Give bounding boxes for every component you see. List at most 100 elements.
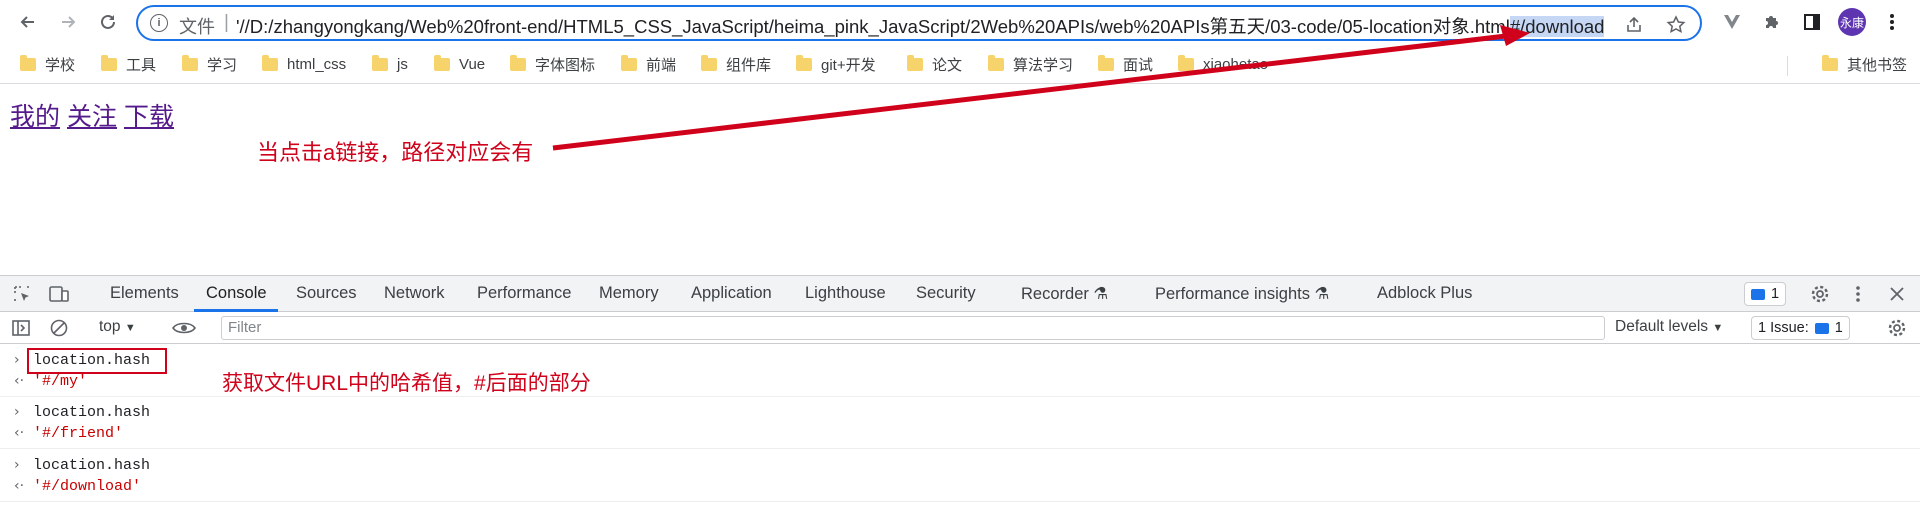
flask-icon: ⚗ (1314, 285, 1330, 303)
bookmark-label: git+开发 (821, 56, 876, 74)
console-command: location.hash (33, 457, 151, 474)
bookmark-folder[interactable]: 字体图标 (510, 54, 595, 74)
inspect-element-icon[interactable] (10, 282, 34, 306)
tab-memory[interactable]: Memory (599, 284, 659, 303)
bookmark-label: Vue (459, 55, 486, 73)
result-arrow-icon: ‹· (14, 425, 25, 441)
bookmark-folder[interactable]: 前端 (621, 54, 676, 74)
issue-message-icon (1814, 322, 1829, 334)
log-levels-dropdown[interactable]: Default levels ▼ (1615, 318, 1723, 336)
link-friend[interactable]: 关注 (67, 97, 117, 133)
site-info-icon[interactable]: i (150, 14, 168, 32)
folder-icon (372, 54, 388, 71)
folder-icon (182, 54, 198, 71)
tab-adblock-plus[interactable]: Adblock Plus (1377, 284, 1472, 303)
bookmark-folder[interactable]: 算法学习 (988, 54, 1073, 74)
messages-badge[interactable]: 1 (1744, 282, 1787, 306)
log-levels-label: Default levels (1615, 318, 1709, 335)
tab-application[interactable]: Application (691, 284, 772, 303)
reload-button[interactable] (94, 8, 122, 36)
bookmark-folder[interactable]: js (372, 54, 408, 74)
bookmarks-bar: 学校 工具 学习 html_css js Vue 字体图标 前端 组件库 git… (0, 44, 1920, 84)
bookmark-folder[interactable]: 学校 (20, 54, 75, 74)
bookmark-folder[interactable]: 工具 (101, 54, 156, 74)
result-arrow-icon: ‹· (14, 478, 25, 494)
devtools-close-icon[interactable] (1885, 282, 1909, 306)
bookmark-folder[interactable]: html_css (262, 54, 346, 74)
bookmark-folder[interactable]: git+开发 (796, 54, 876, 74)
tab-performance-insights[interactable]: Performance insights ⚗ (1155, 284, 1329, 304)
bookmark-folder[interactable]: 面试 (1098, 54, 1153, 74)
folder-icon (907, 54, 923, 71)
share-icon[interactable] (1622, 13, 1646, 37)
folder-icon (988, 54, 1004, 71)
extension-v-icon[interactable] (1718, 8, 1746, 36)
dropdown-arrow-icon: ▼ (124, 322, 136, 334)
bookmark-label: 工具 (126, 56, 157, 74)
tab-lighthouse[interactable]: Lighthouse (805, 284, 886, 303)
bookmark-label: xiaohetao (1203, 55, 1269, 73)
tab-recorder[interactable]: Recorder ⚗ (1021, 284, 1108, 304)
arrow-left-icon (20, 16, 34, 28)
console-sidebar-icon[interactable] (9, 316, 33, 340)
bookmark-label: 前端 (646, 56, 677, 74)
devtools-settings-icon[interactable] (1808, 282, 1832, 306)
tab-elements[interactable]: Elements (110, 284, 179, 303)
browser-toolbar: i 文件 | '//D:/zhangyongkang/Web%20front-e… (0, 0, 1920, 44)
forward-button[interactable] (54, 8, 82, 36)
row-divider (0, 501, 1920, 502)
link-my[interactable]: 我的 (10, 97, 60, 133)
bookmark-label: html_css (287, 55, 347, 73)
folder-icon (621, 54, 637, 71)
devtools-more-icon[interactable] (1846, 282, 1870, 306)
tab-security[interactable]: Security (916, 284, 976, 303)
bookmark-folder[interactable]: Vue (434, 54, 485, 74)
issues-count: 1 (1834, 320, 1843, 336)
bookmark-label: 组件库 (726, 56, 772, 74)
bookmark-folder[interactable]: 学习 (182, 54, 237, 74)
clear-console-icon[interactable] (47, 316, 71, 340)
address-bar[interactable]: i 文件 | '//D:/zhangyongkang/Web%20front-e… (136, 5, 1702, 41)
url-path: '//D:/zhangyongkang/Web%20front-end/HTML… (236, 16, 1510, 37)
side-panel-icon[interactable] (1798, 8, 1826, 36)
highlight-box (27, 348, 167, 374)
bookmark-star-icon[interactable] (1664, 13, 1688, 37)
other-bookmarks-folder[interactable]: 其他书签 (1822, 54, 1907, 74)
console-settings-icon[interactable] (1885, 316, 1909, 340)
tab-console[interactable]: Console (206, 284, 267, 303)
reload-icon (101, 14, 115, 29)
url-scheme-label: 文件 (179, 17, 215, 37)
row-divider (0, 448, 1920, 449)
bookmark-label: js (397, 55, 408, 73)
back-button[interactable] (14, 8, 42, 36)
bookmark-folder[interactable]: 组件库 (701, 54, 771, 74)
bookmark-folder[interactable]: xiaohetao (1178, 54, 1268, 74)
console-filter-input[interactable]: Filter (221, 316, 1605, 340)
messages-count: 1 (1771, 286, 1780, 302)
link-download[interactable]: 下载 (124, 97, 174, 133)
context-selector[interactable]: top ▼ (99, 318, 136, 336)
extensions-puzzle-icon[interactable] (1758, 8, 1786, 36)
folder-icon (101, 54, 117, 71)
tab-performance[interactable]: Performance (477, 284, 571, 303)
bookmark-label: 其他书签 (1847, 56, 1908, 74)
url-text[interactable]: '//D:/zhangyongkang/Web%20front-end/HTML… (236, 13, 1605, 39)
profile-avatar[interactable]: 永康 (1838, 8, 1866, 36)
bookmark-folder[interactable]: 论文 (907, 54, 962, 74)
issues-button[interactable]: 1 Issue: 1 (1751, 316, 1850, 340)
bookmark-label: 算法学习 (1013, 56, 1074, 74)
annotation-console: 获取文件URL中的哈希值，#后面的部分 (222, 372, 591, 395)
tab-sources[interactable]: Sources (296, 284, 357, 303)
live-expression-eye-icon[interactable] (172, 316, 196, 340)
bookmark-label: 字体图标 (535, 56, 596, 74)
browser-menu-icon[interactable] (1878, 8, 1906, 36)
console-toolbar: top ▼ Filter Default levels ▼ 1 Issue: 1 (0, 312, 1920, 344)
device-toolbar-icon[interactable] (47, 282, 71, 306)
page-content: 我的 关注 下载 当点击a链接，路径对应会有 (0, 85, 1920, 275)
tab-network[interactable]: Network (384, 284, 445, 303)
bookmarks-divider (1787, 56, 1788, 76)
result-arrow-icon: ‹· (14, 373, 25, 389)
issues-label: 1 Issue: (1758, 320, 1809, 336)
dropdown-arrow-icon: ▼ (1712, 322, 1724, 334)
bookmark-label: 学习 (207, 56, 238, 74)
